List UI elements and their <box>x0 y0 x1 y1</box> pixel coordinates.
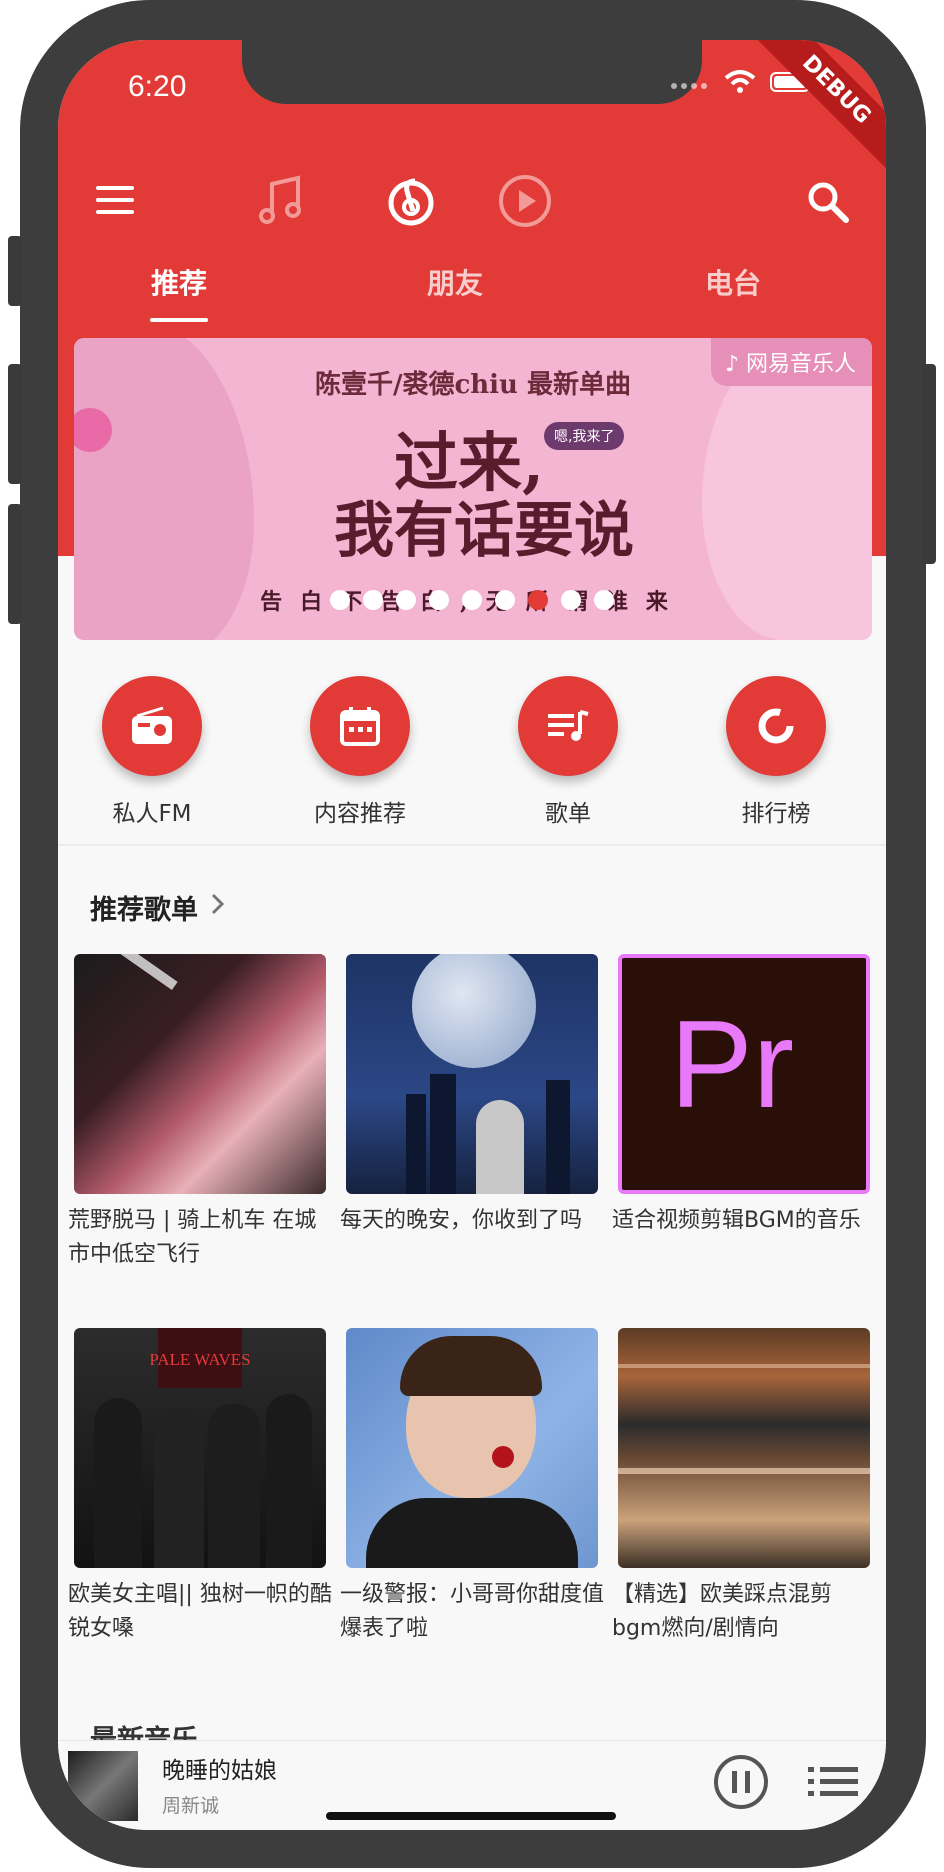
divider <box>58 844 886 846</box>
playlist-card[interactable]: 【精选】欧美踩点混剪bgm燃向/剧情向 <box>612 1328 870 1646</box>
quick-action-label: 歌单 <box>545 801 591 827</box>
search-icon[interactable] <box>806 180 850 224</box>
quick-action-ranking[interactable]: 排行榜 <box>696 676 856 828</box>
signal-icon <box>670 73 710 98</box>
pagination-dot[interactable] <box>396 590 416 610</box>
calendar-icon <box>310 676 410 776</box>
side-button <box>8 364 22 484</box>
banner-pagination <box>58 590 886 610</box>
video-play-icon[interactable] <box>490 166 560 236</box>
banner-bubble: 嗯,我来了 <box>544 422 625 450</box>
wifi-icon <box>724 70 756 100</box>
section-title-text: 推荐歌单 <box>90 895 198 926</box>
quick-action-label: 内容推荐 <box>314 801 406 827</box>
tab-friends[interactable]: 朋友 <box>400 262 510 302</box>
music-note-icon[interactable] <box>246 166 316 236</box>
playlist-cover <box>74 954 326 1194</box>
side-button <box>8 504 22 624</box>
playlist-queue-icon[interactable] <box>808 1765 858 1799</box>
playlist-title: 适合视频剪辑BGM的音乐 <box>612 1208 861 1233</box>
tab-radio[interactable]: 电台 <box>678 262 788 302</box>
side-button <box>8 236 22 306</box>
playlist-cover <box>618 1328 870 1568</box>
playlist-title: 每天的晚安，你收到了吗 <box>340 1208 583 1233</box>
quick-actions: 私人FM 内容推荐 歌单 排行榜 <box>58 676 886 828</box>
menu-icon[interactable] <box>96 186 134 216</box>
notch <box>242 40 702 104</box>
playlist-card[interactable]: 荒野脱马 | 骑上机车 在城市中低空飞行 <box>68 954 326 1272</box>
pagination-dot[interactable] <box>363 590 383 610</box>
side-button <box>922 364 936 564</box>
pause-button[interactable] <box>714 1755 768 1809</box>
pagination-dot[interactable] <box>528 590 548 610</box>
banner-title-line2: 我有话要说 <box>334 496 634 566</box>
ranking-icon <box>726 676 826 776</box>
quick-action-playlist[interactable]: 歌单 <box>488 676 648 828</box>
playlist-card[interactable]: PALE WAVES 欧美女主唱|| 独树一帜的酷锐女嗓 <box>68 1328 332 1646</box>
netease-logo-icon[interactable] <box>376 166 446 236</box>
pagination-dot[interactable] <box>495 590 515 610</box>
top-app-bar <box>58 160 886 250</box>
now-playing-cover <box>68 1751 138 1821</box>
status-time: 6:20 <box>128 70 187 103</box>
pagination-dot[interactable] <box>429 590 449 610</box>
playlist-cover: PALE WAVES <box>74 1328 326 1568</box>
playlist-card[interactable]: 每天的晚安，你收到了吗 <box>340 954 598 1238</box>
playlist-title: 荒野脱马 | 骑上机车 在城市中低空飞行 <box>68 1208 317 1267</box>
pagination-dot[interactable] <box>330 590 350 610</box>
premiere-pro-logo: Pr <box>670 996 794 1134</box>
section-title-playlists[interactable]: 推荐歌单 <box>90 888 226 927</box>
playlist-card[interactable]: 一级警报：小哥哥你甜度值爆表了啦 <box>340 1328 604 1646</box>
quick-action-label: 私人FM <box>112 801 192 827</box>
pagination-dot[interactable] <box>561 590 581 610</box>
tab-recommend[interactable]: 推荐 <box>124 262 234 302</box>
playlist-icon <box>518 676 618 776</box>
quick-action-fm[interactable]: 私人FM <box>72 676 232 828</box>
home-indicator[interactable] <box>326 1812 616 1820</box>
app-screen: 6:20 DEBUG 推荐 朋友 电台 陈壹千/裘德chiu 最新单曲 过来, … <box>58 40 886 1830</box>
header-tabs: 推荐 朋友 电台 <box>58 262 886 322</box>
banner-brand-tag: ♪ 网易音乐人 <box>710 338 872 386</box>
now-playing-artist: 周新诚 <box>162 1795 220 1817</box>
pagination-dot[interactable] <box>462 590 482 610</box>
playlist-title: 欧美女主唱|| 独树一帜的酷锐女嗓 <box>68 1582 332 1641</box>
playlist-cover: Pr <box>618 954 870 1194</box>
chevron-right-icon <box>210 892 226 923</box>
playlist-cover <box>346 1328 598 1568</box>
playlist-card[interactable]: Pr 适合视频剪辑BGM的音乐 <box>612 954 870 1238</box>
band-poster-text: PALE WAVES <box>149 1350 251 1369</box>
playlist-title: 一级警报：小哥哥你甜度值爆表了啦 <box>340 1582 605 1641</box>
now-playing-title: 晚睡的姑娘 <box>162 1758 277 1784</box>
tab-indicator <box>150 318 208 322</box>
radio-icon <box>102 676 202 776</box>
playlist-cover <box>346 954 598 1194</box>
quick-action-label: 排行榜 <box>741 801 811 827</box>
pagination-dot[interactable] <box>594 590 614 610</box>
quick-action-daily[interactable]: 内容推荐 <box>280 676 440 828</box>
playlist-title: 【精选】欧美踩点混剪bgm燃向/剧情向 <box>612 1582 833 1641</box>
